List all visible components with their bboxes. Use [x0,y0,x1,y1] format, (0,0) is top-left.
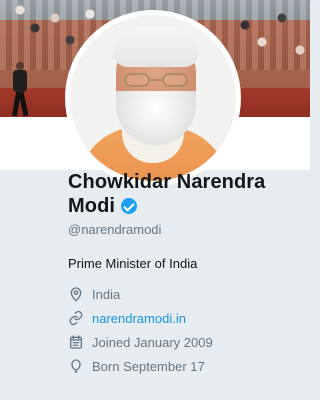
avatar[interactable] [65,10,241,186]
calendar-icon [68,334,84,350]
detail-website[interactable]: narendramodi.in [68,306,300,330]
handle[interactable]: @narendramodi [68,222,300,238]
location-pin-icon [68,286,84,302]
avatar-hair [114,27,198,67]
banner-person-head [16,62,24,70]
display-name-line-2: Modi [68,194,138,218]
profile-info: Chowkidar Narendra Modi @narendramodi Pr… [0,170,310,378]
display-name-line-2-text: Modi [68,195,116,217]
profile-details: India narendramodi.in Joined January 200… [68,282,300,378]
detail-joined: Joined January 2009 [68,330,300,354]
banner-person-leg-right [18,91,29,117]
banner-person [10,62,30,117]
avatar-glasses-bridge [150,79,162,81]
link-icon [68,310,84,326]
avatar-glasses-right-lens [162,73,188,87]
display-name: Chowkidar Narendra Modi [68,170,300,218]
banner-person-body [13,70,27,92]
display-name-line-1: Chowkidar Narendra [68,171,266,193]
detail-location: India [68,282,300,306]
bio: Prime Minister of India [68,256,198,271]
verified-badge-icon [121,198,138,214]
avatar-glasses-left-lens [124,73,150,87]
website-link[interactable]: narendramodi.in [92,311,186,326]
joined-text: Joined January 2009 [92,334,213,350]
born-text: Born September 17 [92,358,205,374]
location-text: India [92,286,121,302]
avatar-glasses [124,71,188,89]
detail-born: Born September 17 [68,354,300,378]
balloon-icon [68,358,84,374]
